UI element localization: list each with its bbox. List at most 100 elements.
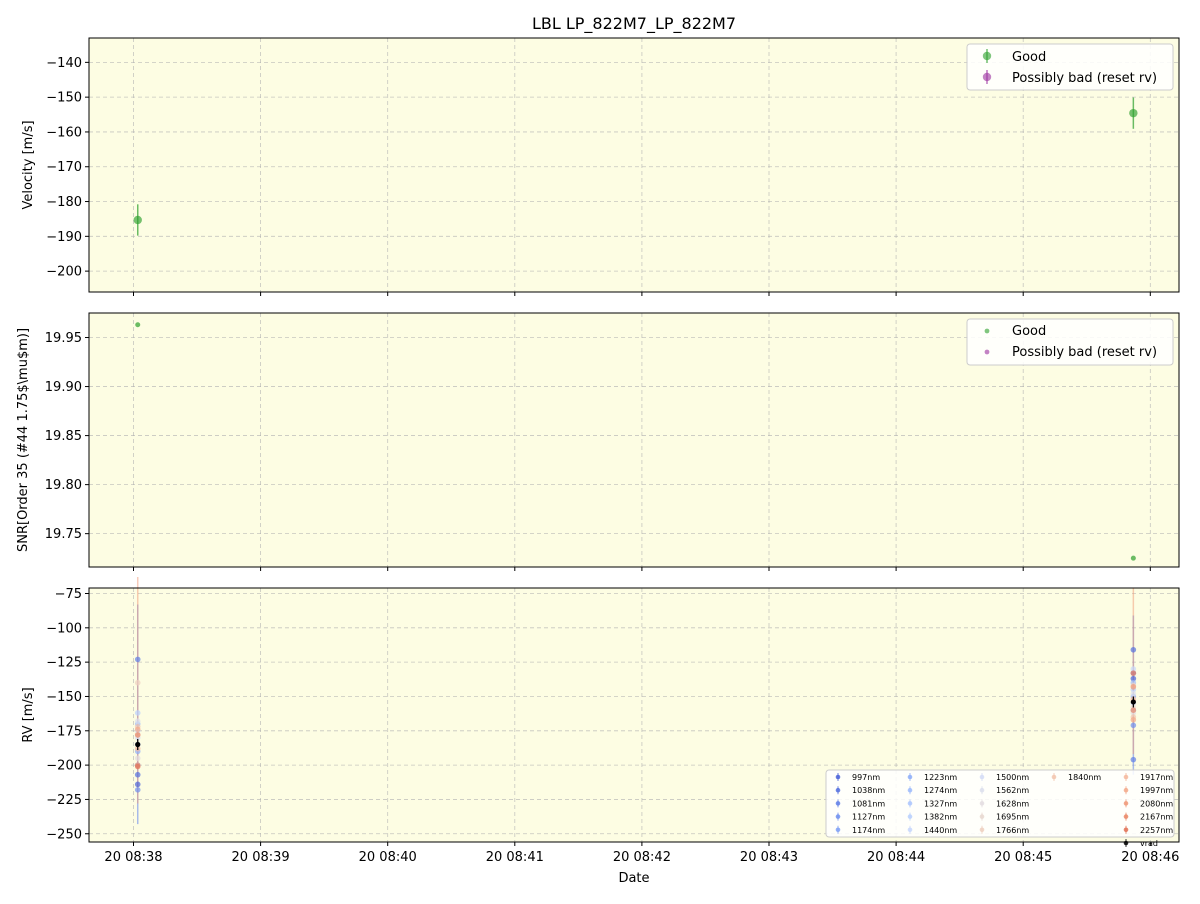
rv-point: [134, 710, 141, 716]
legend-marker-2167nm: [1123, 814, 1129, 819]
legend-marker-good: [982, 51, 992, 61]
legend-marker-2257nm: [1123, 827, 1129, 833]
y-tick-label: −225: [46, 793, 82, 808]
chart-title: LBL LP_822M7_LP_822M7: [532, 14, 736, 34]
rv-point: [1130, 756, 1137, 763]
legend-marker-1562nm: [979, 787, 985, 793]
rv-point: [1130, 670, 1137, 676]
snr-y-axis-label: SNR[Order 35 (#44 1.75$\mu$m)]: [16, 328, 31, 552]
figure: LBL LP_822M7_LP_822M7 −140−150−160−170−1…: [0, 0, 1200, 900]
y-tick-label: −180: [46, 195, 82, 210]
y-tick-label: 19.80: [45, 478, 82, 493]
y-tick-label: −150: [46, 690, 82, 705]
legend-marker-vrad: [1123, 840, 1129, 846]
velocity-y-axis-label: Velocity [m/s]: [21, 120, 36, 209]
y-tick-label: −190: [46, 230, 82, 245]
legend-label-possibly-bad: Possibly bad (reset rv): [1012, 345, 1157, 360]
legend-marker-1174nm: [835, 827, 841, 833]
rv-panel: −75 −100 −125 −150 −175 −200 −225 −250 20 08:38…: [21, 577, 1180, 886]
legend-label-1628nm: 1628nm: [996, 799, 1029, 808]
x-tick-label: 20 08:38: [104, 850, 162, 865]
snr-legend: Good Possibly bad (reset rv): [966, 318, 1174, 366]
legend-label-1997nm: 1997nm: [1140, 786, 1173, 795]
rv-point: [134, 718, 141, 724]
rv-point: [134, 771, 141, 778]
legend-marker-1440nm: [907, 827, 913, 833]
legend-label-2257nm: 2257nm: [1140, 826, 1173, 835]
y-tick-label: −170: [46, 160, 82, 175]
legend-marker-1081nm: [835, 801, 841, 806]
y-tick-label: −100: [46, 621, 82, 636]
snr-point: [135, 322, 141, 328]
legend-marker-1127nm: [835, 814, 841, 819]
legend-marker-good: [984, 328, 990, 334]
legend-marker-1917nm: [1123, 774, 1129, 780]
legend-label-2080nm: 2080nm: [1140, 799, 1173, 808]
velocity-panel: −140 −150 −160 −170 −180 −190 −200 Velocity [m…: [21, 37, 1180, 296]
legend-label-1274nm: 1274nm: [924, 786, 957, 795]
legend-label-997nm: 997nm: [852, 773, 880, 782]
legend-label-1382nm: 1382nm: [924, 813, 957, 822]
rv-point: [1130, 707, 1137, 713]
velocity-legend: Good Possibly bad (reset rv): [966, 43, 1174, 91]
legend-label-1327nm: 1327nm: [924, 799, 957, 808]
y-tick-label: −75: [55, 587, 82, 602]
legend-label-1440nm: 1440nm: [924, 826, 957, 835]
rv-point: [1130, 646, 1137, 653]
legend-marker-1274nm: [907, 787, 913, 793]
legend-marker-1500nm: [979, 774, 985, 780]
y-tick-label: −200: [46, 265, 82, 280]
legend-marker-1223nm: [907, 774, 913, 780]
y-tick-label: −125: [46, 656, 82, 671]
legend-label-1038nm: 1038nm: [852, 786, 885, 795]
legend-label-2167nm: 2167nm: [1140, 813, 1173, 822]
legend-label-good: Good: [1012, 324, 1046, 339]
legend-label-1917nm: 1917nm: [1140, 773, 1173, 782]
legend-label-1562nm: 1562nm: [996, 786, 1029, 795]
legend-label-1174nm: 1174nm: [852, 826, 885, 835]
rv-point: [134, 787, 141, 793]
rv-y-axis-label: RV [m/s]: [21, 687, 36, 742]
legend-label-1840nm: 1840nm: [1068, 773, 1101, 782]
legend-label-1081nm: 1081nm: [852, 799, 885, 808]
legend-label-1127nm: 1127nm: [852, 813, 885, 822]
y-tick-label: −140: [46, 56, 82, 71]
legend-label-good: Good: [1012, 50, 1046, 65]
legend-marker-1038nm: [835, 787, 841, 793]
rv-point: [134, 656, 141, 663]
snr-panel: 19.95 19.90 19.85 19.80 19.75 SNR[Order 35 (…: [16, 312, 1180, 571]
legend-label-vrad: vrad: [1140, 839, 1158, 848]
x-tick-label: 20 08:42: [613, 850, 671, 865]
y-tick-label: −200: [46, 759, 82, 774]
legend-label-1766nm: 1766nm: [996, 826, 1029, 835]
x-tick-label: 20 08:41: [486, 850, 544, 865]
y-tick-label: −250: [46, 827, 82, 842]
legend-marker-possibly-bad: [982, 72, 992, 82]
y-tick-label: 19.85: [45, 429, 82, 444]
snr-point: [1130, 555, 1136, 561]
y-tick-label: −150: [46, 91, 82, 106]
y-tick-label: −175: [46, 724, 82, 739]
velocity-point: [1129, 108, 1138, 118]
x-tick-label: 20 08:39: [232, 850, 290, 865]
rv-point: [1130, 684, 1137, 690]
legend-label-1223nm: 1223nm: [924, 773, 957, 782]
legend-marker-1997nm: [1123, 787, 1129, 793]
vrad-point: [1130, 699, 1136, 705]
x-tick-label: 20 08:43: [740, 850, 798, 865]
rv-point: [134, 732, 141, 738]
y-tick-label: −160: [46, 125, 82, 140]
legend-marker-1766nm: [979, 827, 985, 833]
rv-point: [134, 781, 141, 788]
legend-marker-1382nm: [907, 814, 913, 819]
velocity-point: [133, 215, 142, 225]
legend-marker-997nm: [835, 774, 841, 780]
rv-legend: 997nm 1038nm 1081nm 1127nm 1174nm 1223nm 1274n…: [825, 769, 1175, 848]
rv-point: [134, 763, 141, 770]
legend-label-1695nm: 1695nm: [996, 813, 1029, 822]
y-tick-label: 19.95: [45, 331, 82, 346]
rv-point: [134, 726, 141, 733]
y-tick-label: 19.90: [45, 380, 82, 395]
x-tick-label: 20 08:40: [359, 850, 417, 865]
legend-label-possibly-bad: Possibly bad (reset rv): [1012, 71, 1157, 86]
